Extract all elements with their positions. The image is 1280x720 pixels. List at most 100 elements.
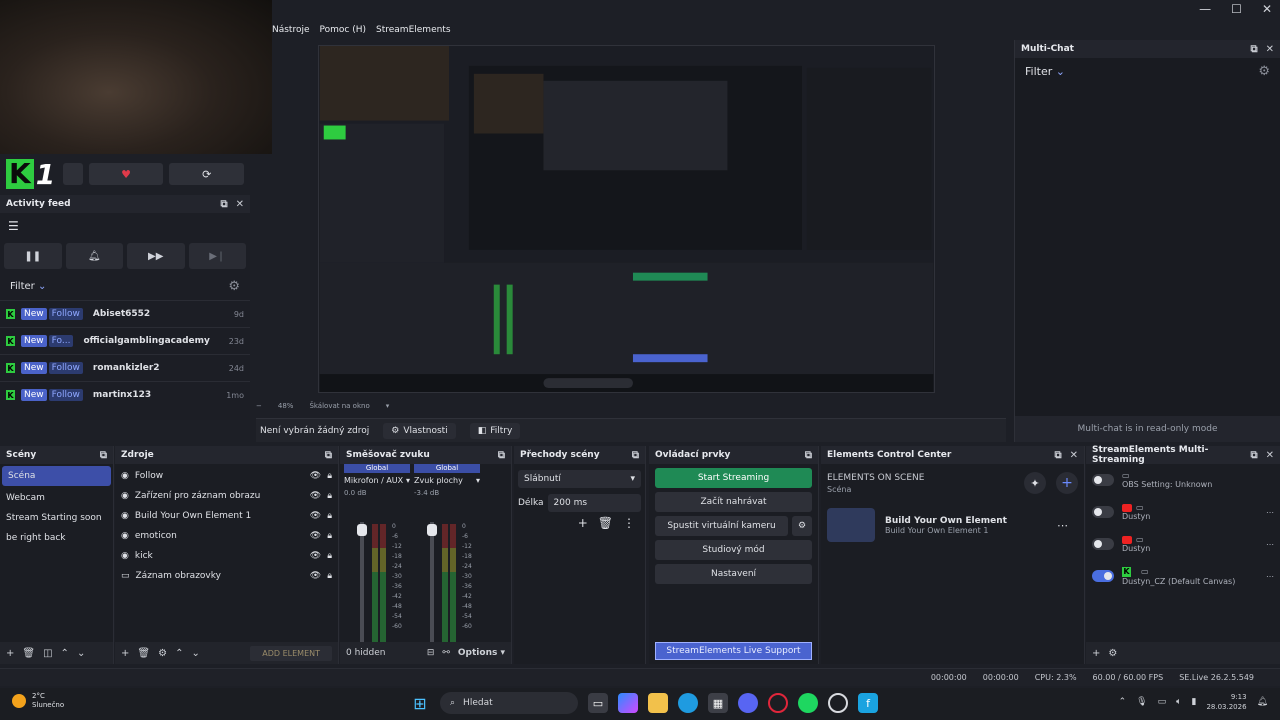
trash-icon[interactable]: 🗑︎ [598,516,613,530]
transition-type-select[interactable]: Slábnutí ▾ [518,470,641,488]
taskbar-search[interactable]: ⌕ Hledat [440,692,578,714]
more-icon[interactable]: ⋯ [1266,540,1274,549]
menu-streamelements[interactable]: StreamElements [376,25,451,35]
volume-icon[interactable]: 🔈︎ [1176,697,1181,707]
sparkle-icon[interactable]: ✦ [1024,472,1046,494]
more-icon[interactable]: ⋯ [1266,572,1274,581]
scene-item[interactable]: Webcam [0,488,113,508]
feed-item[interactable]: K New Fo... officialgamblingacademy 23d [0,327,250,354]
channel-select[interactable]: Mikrofon / AUX ▾ [344,476,410,485]
chevron-up-icon[interactable]: ⌃ [1119,697,1127,707]
studio-mode-button[interactable]: Studiový mód [655,540,812,560]
bell-icon[interactable]: 🔔︎ [65,243,123,269]
add-icon[interactable]: + [1056,472,1078,494]
add-icon[interactable]: + [578,516,588,530]
feed-filter[interactable]: Filter ⌄ ⚙ [0,273,250,300]
eye-icon[interactable]: 👁︎ [310,491,321,501]
copilot-icon[interactable] [618,693,638,713]
source-item[interactable]: ◉ kick 👁︎ 🔒︎ [115,546,338,566]
live-support-button[interactable]: StreamElements Live Support [655,642,812,660]
float-icon[interactable]: ⧉ [220,199,227,210]
weather-widget[interactable]: 2°C Slunečno [12,692,64,710]
heart-icon[interactable]: ♥ [88,163,164,185]
source-item[interactable]: ◉ Zařízení pro záznam obrazu 👁︎ 🔒︎ [115,486,338,506]
link-icon[interactable]: ⚯ [442,648,450,658]
blank-button[interactable] [63,163,83,185]
filters-button[interactable]: ◧ Filtry [469,422,521,439]
start-streaming-button[interactable]: Start Streaming [655,468,812,488]
gear-icon[interactable]: ⚙ [158,648,167,659]
clock[interactable]: 9:13 28.03.2026 [1206,692,1246,712]
trash-icon[interactable]: 🗑︎ [137,648,150,659]
close-icon[interactable]: ✕ [1262,2,1272,16]
obs-icon[interactable] [828,693,848,713]
scene-item[interactable]: Stream Starting soon [0,508,113,528]
pause-icon[interactable]: ❚❚ [4,243,62,269]
channel-select[interactable]: Zvuk plochy ▾ [414,476,480,485]
layout-icon[interactable]: ⊟ [427,648,435,658]
up-icon[interactable]: ⌃ [61,648,69,659]
add-icon[interactable]: + [121,648,129,659]
toggle-switch[interactable] [1092,474,1114,486]
lock-icon[interactable]: 🔒︎ [327,491,332,501]
multi-chat-filter[interactable]: Filter ⌄ ⚙ [1015,58,1280,85]
feed-item[interactable]: K New Follow Abiset6552 9d [0,300,250,327]
up-icon[interactable]: ⌃ [175,648,183,659]
chevron-down-icon[interactable]: ▾ [386,402,390,410]
eye-icon[interactable]: 👁︎ [310,511,321,521]
skip-end-icon[interactable]: ▶❘ [188,243,246,269]
lock-icon[interactable]: 🔒︎ [327,511,332,521]
eye-icon[interactable]: 👁︎ [310,571,321,581]
app-icon[interactable]: f [858,693,878,713]
close-icon[interactable]: ✕ [236,199,244,210]
gear-icon[interactable]: ⚙ [1258,64,1270,79]
toggle-switch[interactable] [1092,538,1114,550]
float-icon[interactable]: ⧉ [1054,450,1061,461]
edge-icon[interactable] [678,693,698,713]
eye-icon[interactable]: 👁︎ [310,471,321,481]
zoom-minus-icon[interactable]: − [256,402,262,410]
store-icon[interactable]: ▦ [708,693,728,713]
eye-icon[interactable]: 👁︎ [310,551,321,561]
options-button[interactable]: Options ▾ [458,648,505,658]
gear-icon[interactable]: ⚙ [228,279,240,294]
feed-item[interactable]: K New Follow martinx123 1mo [0,381,250,408]
source-item[interactable]: ◉ Follow 👁︎ 🔒︎ [115,466,338,486]
down-icon[interactable]: ⌄ [191,648,199,659]
virtual-camera-button[interactable]: Spustit virtuální kameru [655,516,788,536]
gear-icon[interactable]: ⚙ [1108,648,1117,659]
volume-slider-handle[interactable] [427,524,437,536]
notification-icon[interactable]: 🔔︎ [1257,697,1268,707]
scene-item[interactable]: be right back [0,528,113,548]
discord-icon[interactable] [738,693,758,713]
add-icon[interactable]: + [1092,648,1100,659]
lock-icon[interactable]: 🔒︎ [327,571,332,581]
menu-tools[interactable]: Nástroje [272,25,310,35]
add-element-button[interactable]: ADD ELEMENT [250,645,332,661]
duration-input[interactable]: 200 ms [547,494,641,512]
toggle-switch[interactable] [1092,570,1114,582]
properties-button[interactable]: ⚙ Vlastnosti [383,422,456,439]
float-icon[interactable]: ⧉ [1250,44,1257,55]
filter-icon[interactable]: ◫ [43,648,52,659]
more-icon[interactable]: ⋯ [1057,519,1068,532]
lock-icon[interactable]: 🔒︎ [327,551,332,561]
windows-start-icon[interactable]: ⊞ [410,693,430,713]
task-view-icon[interactable]: ▭ [588,693,608,713]
lock-icon[interactable]: 🔒︎ [327,531,332,541]
zoom-mode[interactable]: Škálovat na okno [309,402,369,410]
lock-icon[interactable]: 🔒︎ [327,471,332,481]
float-icon[interactable]: ⧉ [100,450,107,461]
feed-item[interactable]: K New Follow romankizler2 24d [0,354,250,381]
float-icon[interactable]: ⧉ [632,450,639,461]
close-icon[interactable]: ✕ [1266,44,1274,55]
skip-icon[interactable]: ▶▶ [127,243,185,269]
eye-icon[interactable]: 👁︎ [310,531,321,541]
folder-icon[interactable] [648,693,668,713]
minimize-icon[interactable]: — [1199,2,1211,16]
volume-slider-handle[interactable] [357,524,367,536]
more-icon[interactable]: ⋮ [623,516,635,530]
close-icon[interactable]: ✕ [1266,450,1274,461]
down-icon[interactable]: ⌄ [77,648,85,659]
volume-slider[interactable] [360,522,364,642]
